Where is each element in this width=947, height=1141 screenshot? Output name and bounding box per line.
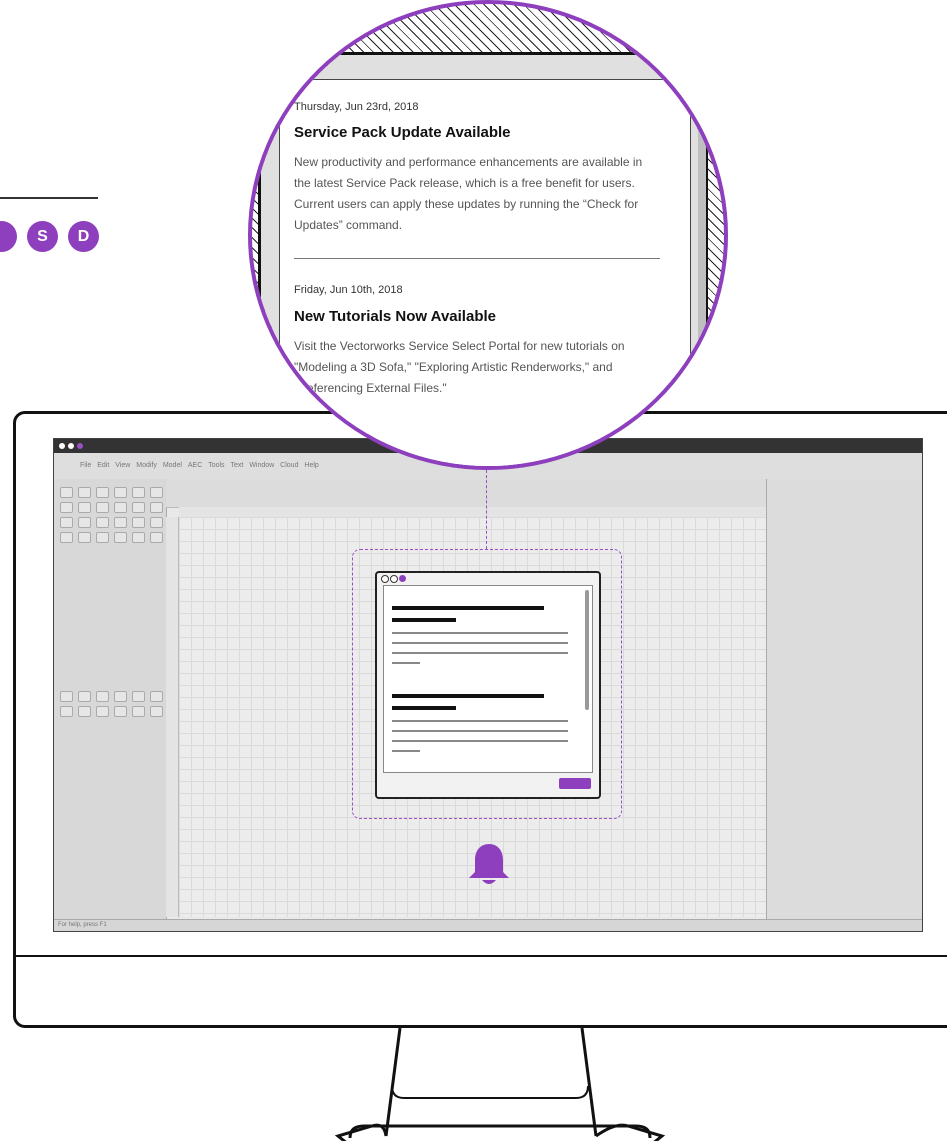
menu-edit[interactable]: Edit [97,462,109,469]
mini-text-line [392,730,568,732]
bell-icon [469,844,509,884]
mini-text-line [392,662,420,664]
item-date: Thursday, Jun 23rd, 2018 [294,101,419,113]
tool-palette-panel [54,479,167,919]
item-title[interactable]: Service Pack Update Available [294,124,511,141]
badge-d: D [68,221,99,252]
tool-button[interactable] [96,502,109,513]
tool-button[interactable] [78,532,91,543]
magnifier-circle: Thursday, Jun 23rd, 2018 Service Pack Up… [248,0,728,470]
tool-set-button[interactable] [114,706,127,717]
tool-grid [54,479,166,551]
tool-button[interactable] [78,502,91,513]
menu-tools[interactable]: Tools [208,462,224,469]
window-dot-minimize[interactable] [68,443,74,449]
mini-text-line [392,750,420,752]
monitor-stand [334,1027,666,1141]
popup-dot-minimize[interactable] [287,62,298,73]
tool-sets-grid [54,551,166,717]
mini-title-bar [392,606,544,610]
mini-text-line [392,720,568,722]
tool-button[interactable] [60,502,73,513]
menu-text[interactable]: Text [231,462,244,469]
feed-scrollbar[interactable] [698,114,706,346]
mini-dot-zoom [399,575,406,582]
item-body: Visit the Vectorworks Service Select Por… [294,339,625,395]
tool-button[interactable] [132,517,145,528]
tool-set-button[interactable] [60,691,73,702]
tool-button[interactable] [60,532,73,543]
mini-text-line [392,652,568,654]
mini-title-bar [392,706,456,710]
tool-button[interactable] [78,487,91,498]
tool-set-button[interactable] [78,706,91,717]
notification-window: Thursday, Jun 23rd, 2018 Service Pack Up… [258,52,708,466]
tool-button[interactable] [114,517,127,528]
badge-s: S [27,221,58,252]
tool-set-button[interactable] [78,691,91,702]
badge-partial [0,221,17,252]
tool-button[interactable] [150,532,163,543]
menu-view[interactable]: View [115,462,130,469]
notification-feed: Thursday, Jun 23rd, 2018 Service Pack Up… [279,79,706,466]
tool-set-button[interactable] [60,706,73,717]
tool-button[interactable] [150,517,163,528]
tool-button[interactable] [150,502,163,513]
mini-text-line [392,642,568,644]
tool-button[interactable] [132,487,145,498]
mini-dot-minimize [390,575,398,583]
mini-title-bar [392,618,456,622]
window-dot-close[interactable] [59,443,65,449]
menu-model[interactable]: Model [163,462,182,469]
mini-content [383,585,593,773]
item-separator [294,258,660,259]
tool-button[interactable] [60,517,73,528]
tool-button[interactable] [60,487,73,498]
window-dot-zoom[interactable] [77,443,83,449]
tool-button[interactable] [78,517,91,528]
tool-button[interactable] [114,532,127,543]
tool-button[interactable] [114,487,127,498]
mini-text-line [392,740,568,742]
tool-set-button[interactable] [150,691,163,702]
tool-button[interactable] [132,532,145,543]
status-text: For help, press F1 [58,922,107,928]
item-title[interactable]: New Tutorials Now Available [294,308,496,325]
mini-scrollbar [585,590,589,710]
object-info-panel [766,479,922,919]
mini-text-line [392,632,568,634]
status-bar: For help, press F1 [54,919,922,931]
callout-connector [486,470,487,549]
tool-button[interactable] [150,487,163,498]
item-date: Friday, Jun 10th, 2018 [294,284,403,296]
tool-set-button[interactable] [96,706,109,717]
tool-set-button[interactable] [132,706,145,717]
mini-dot-close [381,575,389,583]
tool-button[interactable] [96,517,109,528]
mini-action-button [559,778,591,789]
item-body: New productivity and performance enhance… [294,155,643,232]
popup-dot-close[interactable] [271,62,282,73]
vertical-ruler [166,517,179,917]
mini-title-bar [392,694,544,698]
tool-button[interactable] [96,532,109,543]
tool-set-button[interactable] [114,691,127,702]
menu-modify[interactable]: Modify [136,462,157,469]
mini-notification-window [375,571,601,799]
tool-button[interactable] [132,502,145,513]
popup-dot-zoom[interactable] [303,62,314,73]
tool-set-button[interactable] [132,691,145,702]
tool-button[interactable] [114,502,127,513]
tool-set-button[interactable] [150,706,163,717]
menu-file[interactable]: File [80,462,91,469]
tool-button[interactable] [96,487,109,498]
tool-set-button[interactable] [96,691,109,702]
decorative-rule [0,197,98,199]
mode-toolbar [166,479,766,508]
menu-aec[interactable]: AEC [188,462,202,469]
monitor-chin-divider [16,955,947,957]
